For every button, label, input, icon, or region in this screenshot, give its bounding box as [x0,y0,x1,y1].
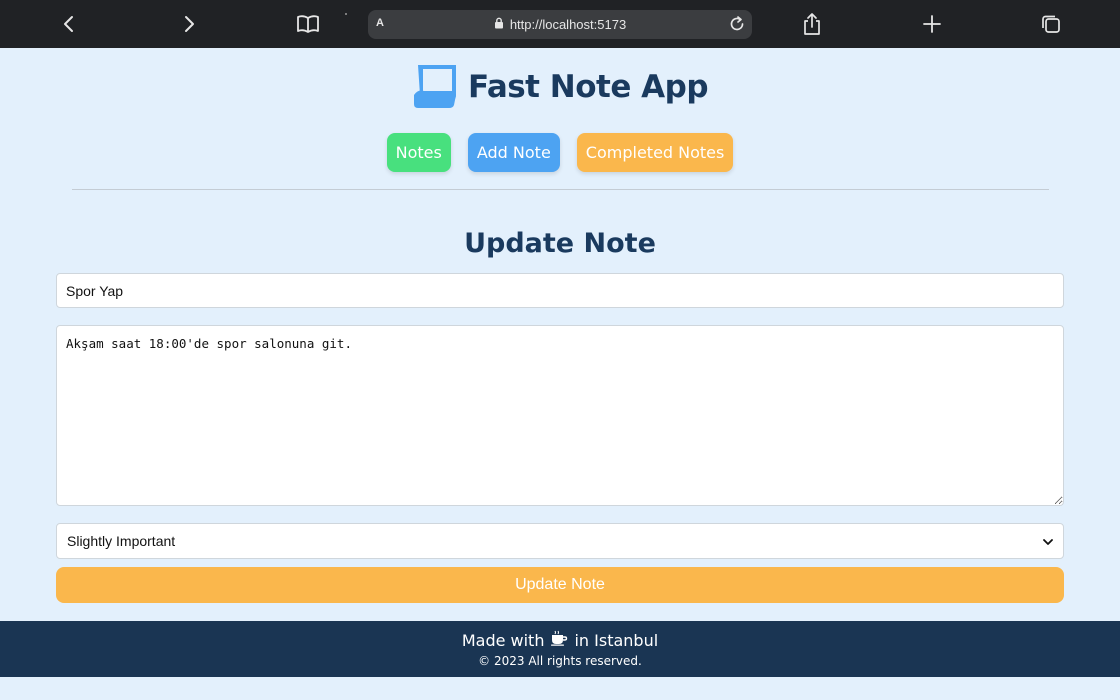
browser-toolbar: A http://localhost:5173 [0,0,1120,48]
reader-icon[interactable] [295,0,321,48]
address-bar[interactable]: A http://localhost:5173 [368,10,752,39]
nav-notes-button[interactable]: Notes [386,133,451,172]
url-display[interactable]: http://localhost:5173 [368,10,752,39]
nav-add-note-button[interactable]: Add Note [467,133,560,172]
note-body-textarea[interactable]: Akşam saat 18:00'de spor salonuna git. [56,325,1064,506]
forward-icon[interactable] [176,0,202,48]
share-icon[interactable] [800,0,824,48]
page-title: Update Note [464,228,656,259]
coffee-icon [550,630,568,650]
app-title: Fast Note App [467,69,709,105]
update-note-button[interactable]: Update Note [56,567,1064,603]
main-nav: Notes Add Note Completed Notes [0,133,1120,172]
footer-copyright: © 2023 All rights reserved. [478,654,642,668]
nav-completed-notes-button[interactable]: Completed Notes [576,133,734,172]
chevron-down-icon [1043,533,1053,549]
note-title-input[interactable] [56,273,1064,308]
footer-made-with: Made with in Istanbul [0,630,1120,650]
note-scroll-icon [412,61,460,113]
footer-made-prefix: Made with [461,630,545,650]
header-divider [72,189,1049,190]
new-tab-icon[interactable] [920,0,944,48]
toolbar-dot [345,13,347,15]
footer-made-suffix: in Istanbul [574,630,659,650]
app-header: Fast Note App [0,62,1120,112]
lock-icon [494,17,504,32]
url-text: http://localhost:5173 [509,17,627,32]
priority-select[interactable]: Slightly Important [56,523,1064,559]
back-icon[interactable] [56,0,82,48]
priority-selected-value: Slightly Important [67,533,176,549]
page-footer: Made with in Istanbul © 2023 All rights … [0,621,1120,677]
reload-icon[interactable] [728,15,746,37]
tabs-icon[interactable] [1039,0,1063,48]
